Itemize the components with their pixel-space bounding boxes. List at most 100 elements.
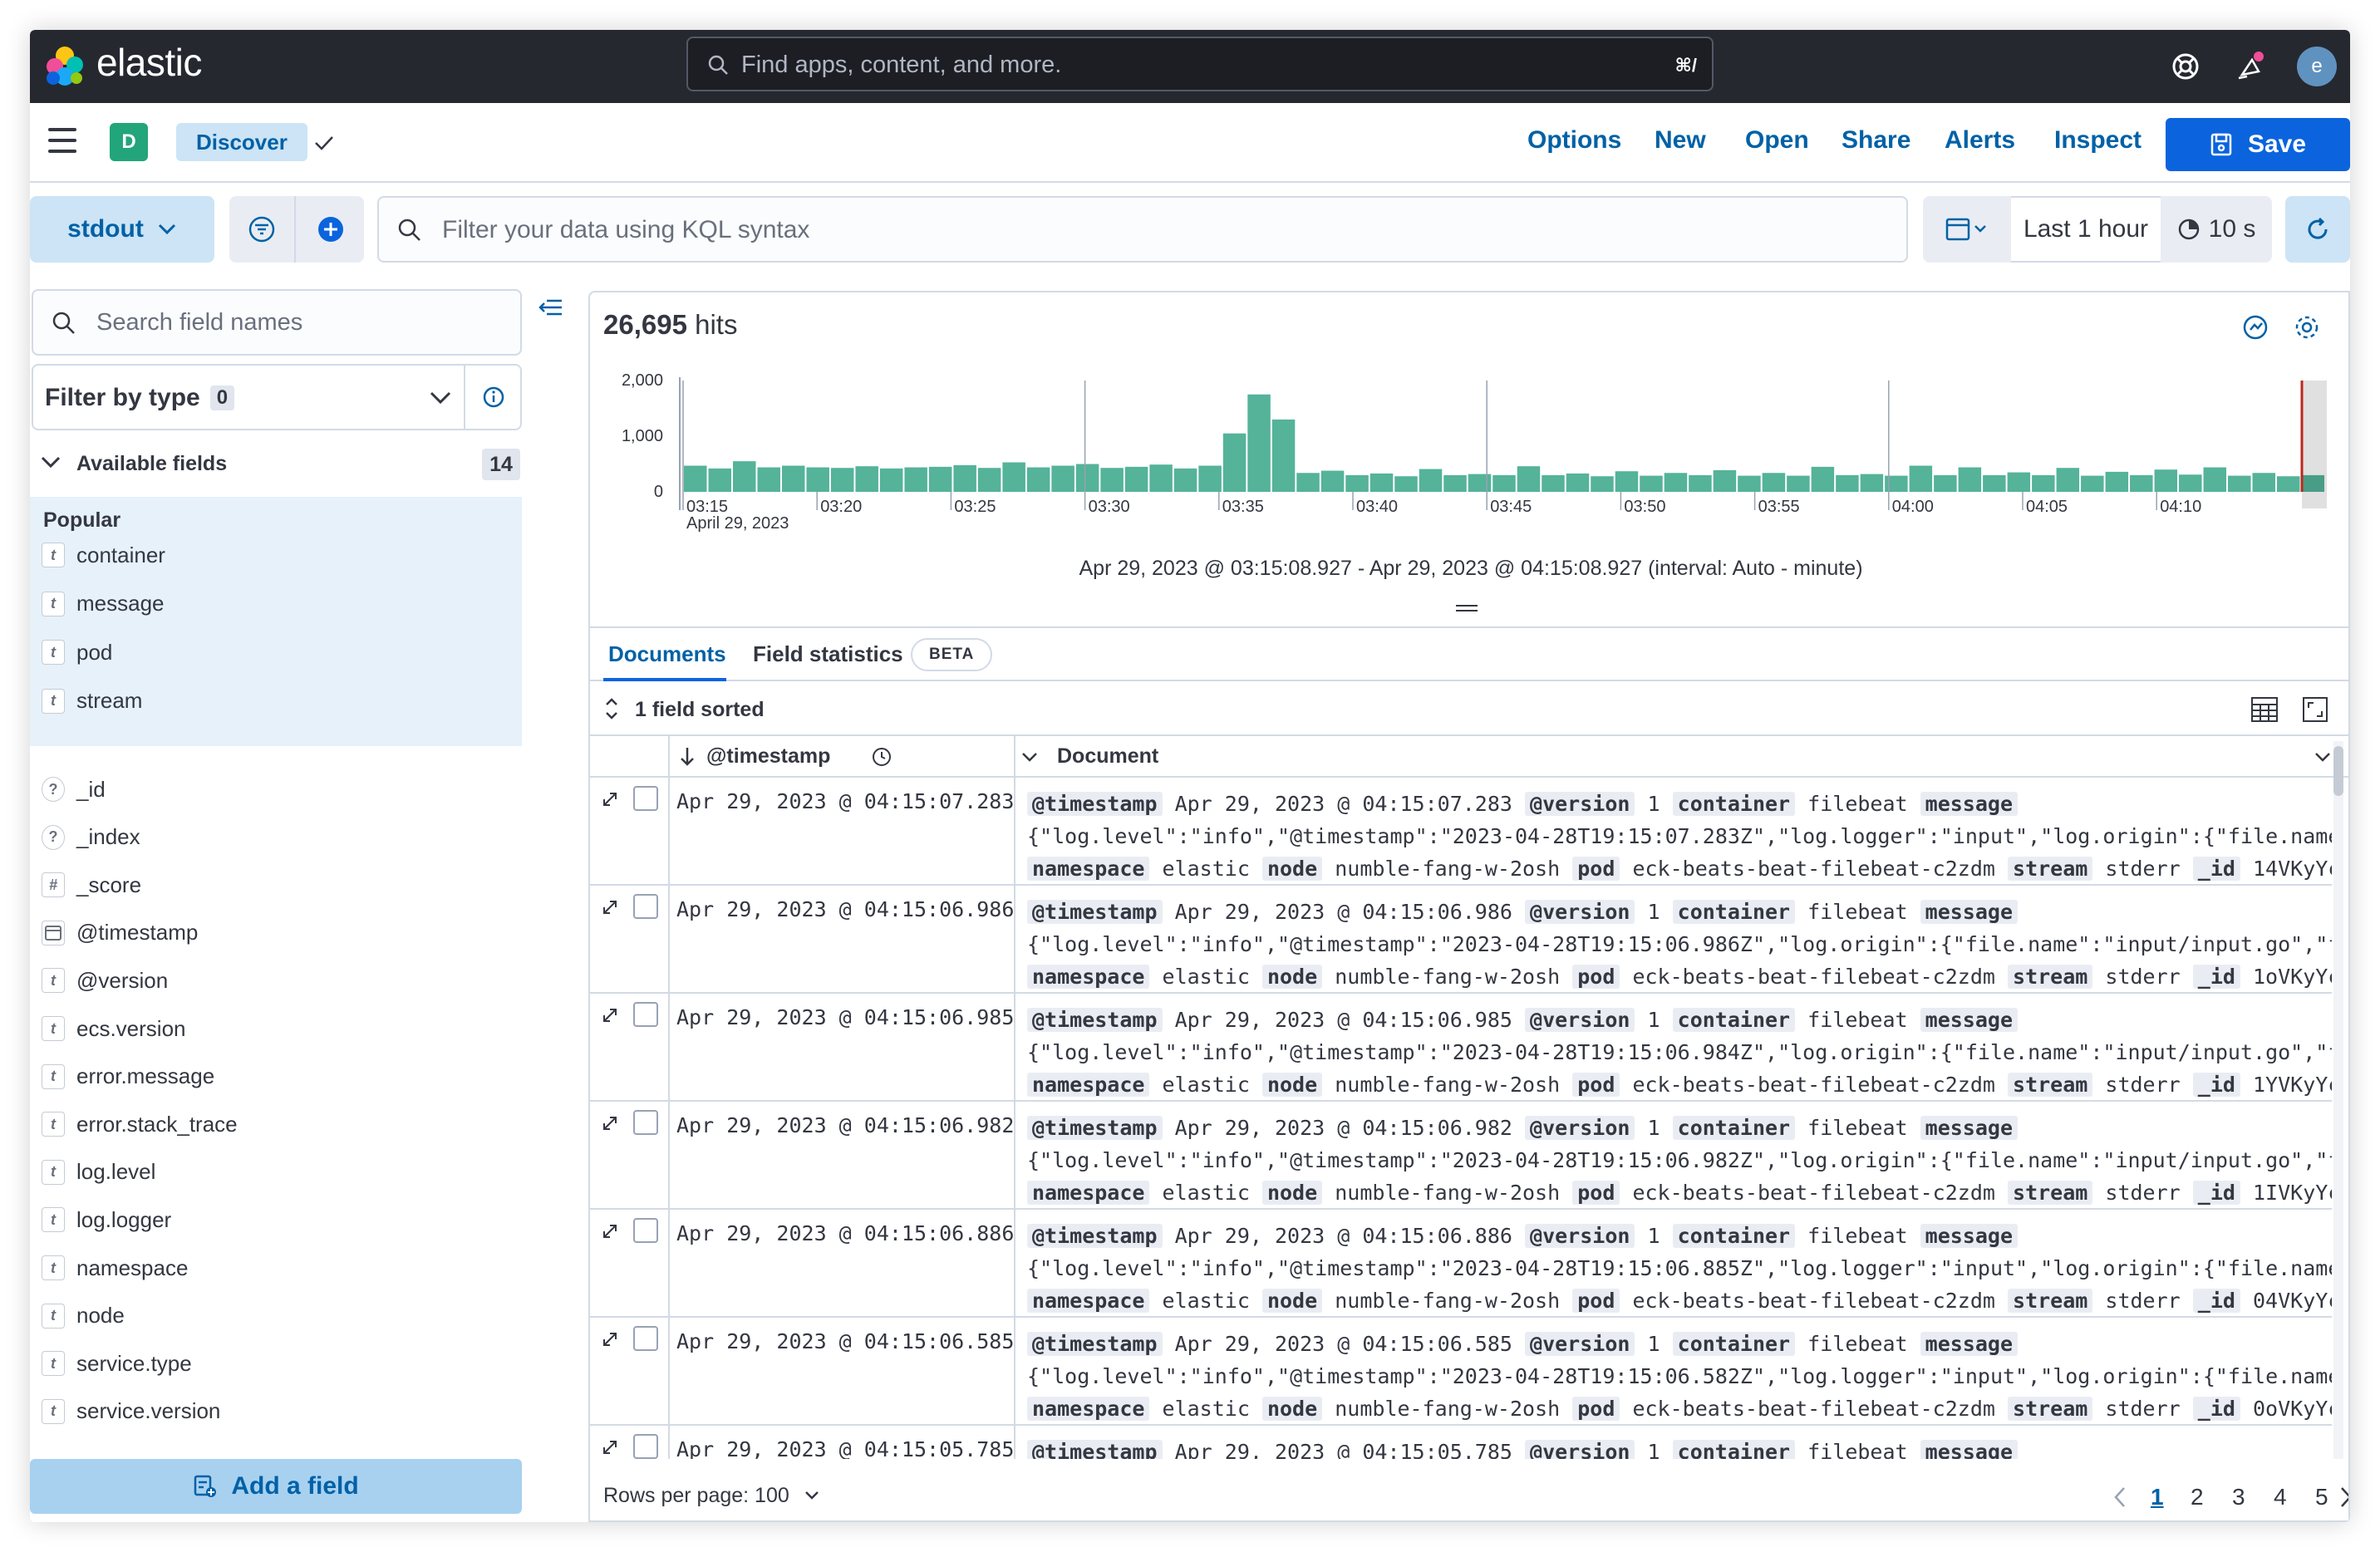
histogram-bar[interactable] (1591, 476, 1614, 492)
histogram-bar[interactable] (684, 465, 707, 492)
expand-row-icon[interactable] (600, 1221, 620, 1241)
add-field-button[interactable]: Add a field (30, 1459, 522, 1514)
table-row[interactable]: Apr 29, 2023 @ 04:15:06.982 @timestamp Ap… (590, 1102, 2332, 1210)
search-field-names-input[interactable]: Search field names (32, 289, 522, 356)
histogram-bar[interactable] (2277, 476, 2300, 492)
histogram-bar[interactable] (2105, 471, 2129, 492)
histogram-bar[interactable] (904, 467, 927, 492)
available-field-item[interactable]: # _score (42, 865, 141, 905)
expand-row-icon[interactable] (600, 789, 620, 809)
row-checkbox[interactable] (633, 894, 658, 919)
table-row[interactable]: Apr 29, 2023 @ 04:15:06.985 @timestamp Ap… (590, 994, 2332, 1102)
page-3[interactable]: 3 (2232, 1484, 2245, 1510)
histogram-bar[interactable] (1419, 469, 1443, 492)
histogram-bar[interactable] (1443, 474, 1467, 492)
page-1[interactable]: 1 (2151, 1484, 2164, 1510)
histogram-bar[interactable] (1664, 473, 1688, 492)
histogram-bar[interactable] (977, 468, 1001, 492)
histogram-bar[interactable] (732, 461, 756, 492)
available-field-item[interactable]: ? _id (42, 769, 106, 809)
add-filter-icon[interactable] (298, 196, 364, 263)
histogram-bar[interactable] (1100, 468, 1124, 492)
histogram-bar[interactable] (1836, 474, 1859, 492)
histogram-bar[interactable] (1002, 462, 1025, 492)
next-page-icon[interactable] (2340, 1486, 2350, 1509)
histogram-bar[interactable] (2032, 474, 2055, 492)
histogram-bar[interactable] (1468, 474, 1492, 492)
open-link[interactable]: Open (1745, 126, 1809, 155)
histogram-bar[interactable] (1542, 474, 1565, 492)
chevron-down-icon[interactable] (1020, 751, 1039, 763)
sorted-label[interactable]: 1 field sorted (635, 698, 765, 722)
histogram-bar[interactable] (1640, 475, 1663, 492)
available-field-item[interactable]: t ecs.version (42, 1009, 186, 1049)
histogram-bar[interactable] (1271, 419, 1296, 492)
elastic-logo[interactable] (42, 43, 88, 90)
page-4[interactable]: 4 (2274, 1484, 2287, 1510)
row-checkbox[interactable] (633, 1110, 658, 1135)
available-field-item[interactable]: ? _index (42, 818, 140, 857)
histogram-bar[interactable] (2130, 474, 2153, 492)
row-checkbox[interactable] (633, 1434, 658, 1459)
space-avatar[interactable]: D (110, 123, 148, 161)
histogram-bar[interactable] (1958, 467, 1982, 492)
histogram-bar[interactable] (2252, 473, 2276, 492)
histogram-bar[interactable] (1026, 467, 1050, 492)
row-checkbox[interactable] (633, 1326, 658, 1351)
histogram-bar[interactable] (806, 467, 829, 492)
histogram-bar[interactable] (1173, 468, 1197, 492)
tab-field-statistics[interactable]: Field statistics (753, 641, 903, 667)
filter-menu-icon[interactable] (229, 196, 296, 263)
chevron-down-icon[interactable] (2314, 751, 2332, 763)
available-field-item[interactable]: t service.type (42, 1343, 192, 1383)
histogram-bar[interactable] (2154, 469, 2178, 492)
table-row[interactable]: Apr 29, 2023 @ 04:15:05.785 @timestamp Ap… (590, 1426, 2332, 1459)
histogram-bar[interactable] (1296, 473, 1320, 492)
row-checkbox[interactable] (633, 1218, 658, 1243)
table-scrollbar[interactable] (2333, 741, 2343, 1459)
menu-toggle-icon[interactable] (48, 128, 76, 153)
density-icon[interactable] (2250, 696, 2279, 723)
histogram-bar[interactable] (1713, 469, 1737, 492)
available-field-item[interactable]: @timestamp (42, 913, 198, 953)
histogram-bar[interactable] (1369, 473, 1394, 492)
expand-row-icon[interactable] (600, 897, 620, 917)
available-fields-header[interactable]: Available fields 14 (30, 444, 524, 485)
popular-field-item[interactable]: t message (42, 584, 165, 624)
histogram-bar[interactable] (781, 465, 805, 492)
resize-handle[interactable] (1456, 605, 1478, 615)
time-range-label[interactable]: Last 1 hour (2011, 196, 2161, 263)
page-5[interactable]: 5 (2315, 1484, 2328, 1510)
histogram-bar[interactable] (953, 464, 976, 492)
rows-per-page-selector[interactable]: Rows per page: 100 (603, 1484, 820, 1508)
expand-row-icon[interactable] (600, 1437, 620, 1457)
histogram-bar[interactable] (855, 466, 878, 492)
available-field-item[interactable]: t namespace (42, 1248, 188, 1288)
histogram-bar[interactable] (1738, 475, 1761, 492)
table-row[interactable]: Apr 29, 2023 @ 04:15:07.283 @timestamp Ap… (590, 778, 2332, 886)
histogram-bar[interactable] (1983, 474, 2006, 492)
histogram-bar[interactable] (1198, 465, 1222, 492)
new-link[interactable]: New (1655, 126, 1706, 155)
table-row[interactable]: Apr 29, 2023 @ 04:15:06.585 @timestamp Ap… (590, 1318, 2332, 1426)
expand-row-icon[interactable] (600, 1329, 620, 1349)
histogram-bar[interactable] (2007, 472, 2031, 492)
table-row[interactable]: Apr 29, 2023 @ 04:15:06.886 @timestamp Ap… (590, 1210, 2332, 1318)
histogram-bar[interactable] (1811, 466, 1835, 492)
help-icon[interactable] (2167, 48, 2204, 85)
inspect-link[interactable]: Inspect (2054, 126, 2142, 155)
alerts-link[interactable]: Alerts (1945, 126, 2015, 155)
available-field-item[interactable]: t error.message (42, 1057, 214, 1097)
histogram-bar[interactable] (1787, 475, 1810, 492)
options-link[interactable]: Options (1527, 126, 1621, 155)
expand-row-icon[interactable] (600, 1113, 620, 1133)
row-checkbox[interactable] (633, 1002, 658, 1027)
histogram-bar[interactable] (1320, 470, 1345, 492)
histogram-bar[interactable] (1222, 433, 1247, 492)
histogram-bar[interactable] (1517, 466, 1541, 492)
kql-query-input[interactable]: Filter your data using KQL syntax (377, 196, 1908, 263)
refresh-button[interactable] (2285, 196, 2350, 263)
available-field-item[interactable]: t log.level (42, 1152, 155, 1192)
histogram-bar[interactable] (1394, 476, 1418, 492)
calendar-icon[interactable] (1923, 196, 2011, 263)
